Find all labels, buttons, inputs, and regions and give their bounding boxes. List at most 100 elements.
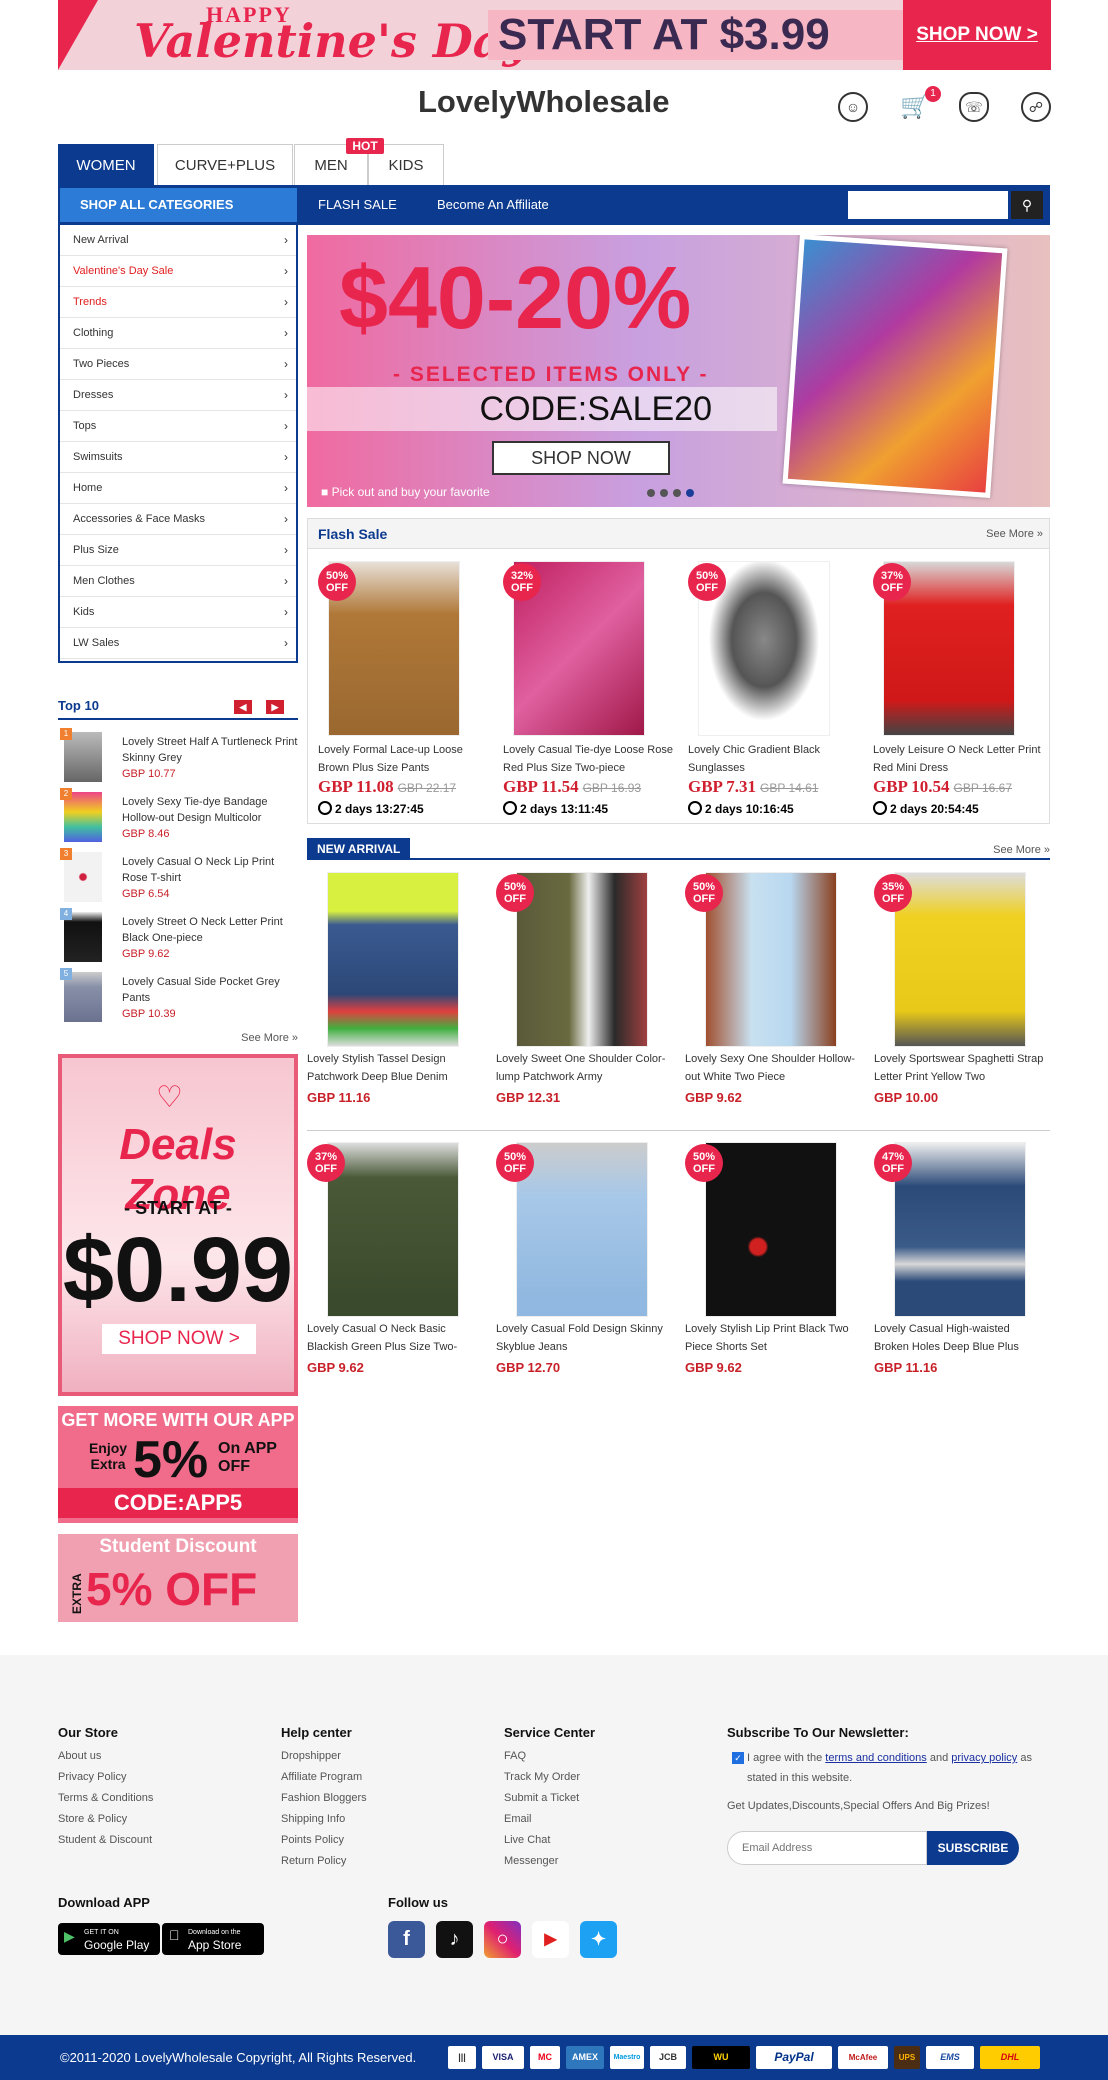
product-name[interactable]: Lovely Casual Tie-dye Loose Rose Red Plu… bbox=[503, 741, 673, 777]
new-arrival-see-more-link[interactable]: See More » bbox=[993, 844, 1050, 856]
footer-link[interactable]: About us bbox=[58, 1750, 153, 1771]
promo-shop-now-link[interactable]: SHOP NOW > bbox=[903, 0, 1051, 70]
top10-item-name[interactable]: Lovely Casual O Neck Lip Print Rose T-sh… bbox=[122, 854, 298, 886]
valentines-promo-banner[interactable]: HAPPY Valentine's Day START AT $3.99 SHO… bbox=[58, 0, 1051, 70]
product-name[interactable]: Lovely Casual High-waisted Broken Holes … bbox=[874, 1320, 1044, 1356]
footer-link[interactable]: Submit a Ticket bbox=[504, 1792, 595, 1813]
tab-women[interactable]: WOMEN bbox=[58, 144, 154, 186]
youtube-icon[interactable]: ▶ bbox=[532, 1921, 569, 1958]
carousel-dot[interactable] bbox=[647, 489, 655, 497]
top10-item[interactable]: 2 Lovely Sexy Tie-dye Bandage Hollow-out… bbox=[58, 788, 298, 852]
product-name[interactable]: Lovely Leisure O Neck Letter Print Red M… bbox=[873, 741, 1043, 777]
category-item[interactable]: Two Pieces › bbox=[60, 349, 296, 380]
flash-see-more-link[interactable]: See More » bbox=[986, 528, 1043, 540]
product-image[interactable] bbox=[516, 1142, 648, 1317]
category-item[interactable]: LW Sales › bbox=[60, 628, 296, 659]
category-item[interactable]: Trends › bbox=[60, 287, 296, 318]
product-name[interactable]: Lovely Casual Fold Design Skinny Skyblue… bbox=[496, 1320, 666, 1356]
facebook-icon[interactable]: f bbox=[388, 1921, 425, 1958]
language-globe-icon[interactable]: ☍ bbox=[1021, 92, 1051, 122]
footer-link[interactable]: Return Policy bbox=[281, 1855, 367, 1876]
carousel-dot[interactable] bbox=[660, 489, 668, 497]
deals-shop-now-button[interactable]: SHOP NOW > bbox=[102, 1324, 256, 1354]
hero-banner-carousel[interactable]: $40-20% - SELECTED ITEMS ONLY - CODE:SAL… bbox=[307, 235, 1050, 507]
category-item[interactable]: Swimsuits › bbox=[60, 442, 296, 473]
tiktok-icon[interactable]: ♪ bbox=[436, 1921, 473, 1958]
product-image[interactable] bbox=[894, 872, 1026, 1047]
product-name[interactable]: Lovely Stylish Lip Print Black Two Piece… bbox=[685, 1320, 855, 1356]
product-name[interactable]: Lovely Sweet One Shoulder Color-lump Pat… bbox=[496, 1050, 666, 1086]
search-icon[interactable]: ⚲ bbox=[1011, 191, 1043, 219]
product-image[interactable] bbox=[327, 1142, 459, 1317]
category-item[interactable]: Home › bbox=[60, 473, 296, 504]
category-item[interactable]: Tops › bbox=[60, 411, 296, 442]
top10-see-more-link[interactable]: See More » bbox=[241, 1032, 298, 1044]
product-image[interactable] bbox=[894, 1142, 1026, 1317]
shop-all-categories-button[interactable]: SHOP ALL CATEGORIES bbox=[60, 188, 297, 222]
product-name[interactable]: Lovely Formal Lace-up Loose Brown Plus S… bbox=[318, 741, 488, 777]
nav-affiliate[interactable]: Become An Affiliate bbox=[437, 185, 549, 225]
category-item[interactable]: New Arrival › bbox=[60, 225, 296, 256]
product-image[interactable] bbox=[705, 872, 837, 1047]
footer-link[interactable]: FAQ bbox=[504, 1750, 595, 1771]
footer-link[interactable]: Points Policy bbox=[281, 1834, 367, 1855]
instagram-icon[interactable]: ○ bbox=[484, 1921, 521, 1958]
product-name[interactable]: Lovely Chic Gradient Black Sunglasses bbox=[688, 741, 858, 777]
next-arrow-icon[interactable]: ▶ bbox=[266, 700, 284, 714]
product-image[interactable] bbox=[327, 872, 459, 1047]
top10-item[interactable]: 5 Lovely Casual Side Pocket Grey Pants G… bbox=[58, 968, 298, 1032]
app-promo-banner[interactable]: GET MORE WITH OUR APP Enjoy Extra 5% On … bbox=[58, 1406, 298, 1523]
top10-item-name[interactable]: Lovely Sexy Tie-dye Bandage Hollow-out D… bbox=[122, 794, 298, 826]
category-item[interactable]: Kids › bbox=[60, 597, 296, 628]
footer-link[interactable]: Privacy Policy bbox=[58, 1771, 153, 1792]
top10-item-name[interactable]: Lovely Casual Side Pocket Grey Pants bbox=[122, 974, 298, 1006]
footer-link[interactable]: Fashion Bloggers bbox=[281, 1792, 367, 1813]
product-image[interactable] bbox=[516, 872, 648, 1047]
twitter-icon[interactable]: ✦ bbox=[580, 1921, 617, 1958]
product-name[interactable]: Lovely Sportswear Spaghetti Strap Letter… bbox=[874, 1050, 1044, 1086]
privacy-link[interactable]: privacy policy bbox=[951, 1752, 1017, 1764]
category-item[interactable]: Plus Size › bbox=[60, 535, 296, 566]
prev-arrow-icon[interactable]: ◀ bbox=[234, 700, 252, 714]
tab-curve-plus[interactable]: CURVE+PLUS bbox=[157, 144, 293, 186]
app-store-badge[interactable]: Download on theApp Store bbox=[162, 1923, 264, 1955]
footer-link[interactable]: Shipping Info bbox=[281, 1813, 367, 1834]
top10-item[interactable]: 1 Lovely Street Half A Turtleneck Print … bbox=[58, 728, 298, 792]
footer-link[interactable]: Affiliate Program bbox=[281, 1771, 367, 1792]
footer-link[interactable]: Messenger bbox=[504, 1855, 595, 1876]
hero-shop-now-button[interactable]: SHOP NOW bbox=[492, 441, 670, 475]
carousel-dot-active[interactable] bbox=[686, 489, 694, 497]
category-item[interactable]: Men Clothes › bbox=[60, 566, 296, 597]
footer-link[interactable]: Track My Order bbox=[504, 1771, 595, 1792]
footer-link[interactable]: Email bbox=[504, 1813, 595, 1834]
deals-zone-banner[interactable]: ♡ Deals Zone - START AT - $0.99 SHOP NOW… bbox=[58, 1054, 298, 1396]
category-item[interactable]: Accessories & Face Masks › bbox=[60, 504, 296, 535]
product-name[interactable]: Lovely Stylish Tassel Design Patchwork D… bbox=[307, 1050, 477, 1086]
email-field[interactable] bbox=[727, 1831, 927, 1865]
product-name[interactable]: Lovely Casual O Neck Basic Blackish Gree… bbox=[307, 1320, 477, 1356]
footer-link[interactable]: Student & Discount bbox=[58, 1834, 153, 1855]
student-discount-banner[interactable]: Student Discount EXTRA 5% OFF bbox=[58, 1534, 298, 1622]
account-icon[interactable]: ☺ bbox=[838, 92, 868, 122]
nav-flash-sale[interactable]: FLASH SALE bbox=[318, 185, 397, 225]
top10-item[interactable]: 3 Lovely Casual O Neck Lip Print Rose T-… bbox=[58, 848, 298, 912]
carousel-dot[interactable] bbox=[673, 489, 681, 497]
top10-item-name[interactable]: Lovely Street O Neck Letter Print Black … bbox=[122, 914, 298, 946]
product-image[interactable] bbox=[705, 1142, 837, 1317]
site-logo[interactable]: LovelyWholesale bbox=[418, 84, 670, 120]
terms-link[interactable]: terms and conditions bbox=[825, 1752, 927, 1764]
category-item[interactable]: Dresses › bbox=[60, 380, 296, 411]
subscribe-button[interactable]: SUBSCRIBE bbox=[927, 1831, 1019, 1865]
google-play-badge[interactable]: ▶ GET IT ON Google Play bbox=[58, 1923, 160, 1955]
footer-link[interactable]: Dropshipper bbox=[281, 1750, 367, 1771]
top10-item-name[interactable]: Lovely Street Half A Turtleneck Print Sk… bbox=[122, 734, 298, 766]
footer-link[interactable]: Terms & Conditions bbox=[58, 1792, 153, 1813]
footer-link[interactable]: Store & Policy bbox=[58, 1813, 153, 1834]
category-item[interactable]: Clothing › bbox=[60, 318, 296, 349]
search-input[interactable] bbox=[848, 191, 1008, 219]
product-name[interactable]: Lovely Sexy One Shoulder Hollow-out Whit… bbox=[685, 1050, 855, 1086]
agree-checkbox[interactable]: ✓ bbox=[732, 1752, 744, 1764]
top10-item[interactable]: 4 Lovely Street O Neck Letter Print Blac… bbox=[58, 908, 298, 972]
category-item[interactable]: Valentine's Day Sale › bbox=[60, 256, 296, 287]
footer-link[interactable]: Live Chat bbox=[504, 1834, 595, 1855]
